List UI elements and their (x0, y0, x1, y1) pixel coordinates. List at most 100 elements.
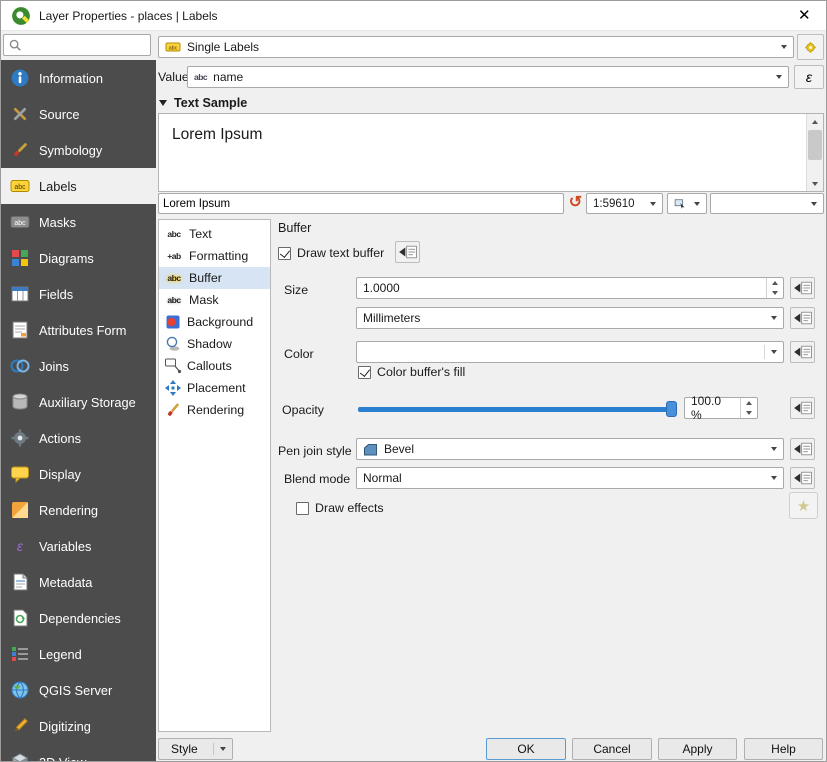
tab-buffer[interactable]: abc Buffer (159, 267, 270, 289)
sidebar-item-legend[interactable]: Legend (1, 636, 156, 672)
size-decrement-icon[interactable] (767, 288, 783, 298)
tab-callouts[interactable]: Callouts (159, 355, 270, 377)
sidebar-search[interactable] (3, 34, 151, 56)
preview-scale-select[interactable]: 1:59610 (586, 193, 663, 214)
labeling-mode-select[interactable]: abc Single Labels (158, 36, 794, 58)
draw-effects-checkbox[interactable] (296, 502, 309, 515)
sidebar-item-display[interactable]: Display (1, 456, 156, 492)
close-icon[interactable]: ✕ (792, 3, 816, 29)
sidebar-item-diagrams[interactable]: Diagrams (1, 240, 156, 276)
rendering-tab-icon (164, 401, 182, 419)
sidebar-item-attributes-form[interactable]: Attributes Form (1, 312, 156, 348)
sidebar-item-source[interactable]: Source (1, 96, 156, 132)
blend-mode-select[interactable]: Normal (356, 467, 784, 489)
help-button[interactable]: Help (744, 738, 823, 760)
color-label: Color (284, 347, 314, 361)
pen-join-override-button[interactable] (790, 438, 815, 460)
color-buffers-fill-checkbox[interactable] (358, 366, 371, 379)
opacity-increment-icon[interactable] (741, 398, 757, 408)
sidebar-item-joins[interactable]: Joins (1, 348, 156, 384)
style-menu-button[interactable]: Style (158, 738, 233, 760)
effects-settings-button[interactable]: ★ (789, 492, 818, 519)
tab-background[interactable]: Background (159, 311, 270, 333)
blend-mode-label: Blend mode (284, 472, 350, 486)
apply-button[interactable]: Apply (658, 738, 737, 760)
expression-builder-button[interactable]: ε (794, 65, 824, 89)
preview-scrollbar[interactable] (806, 114, 823, 191)
sample-text-input[interactable] (158, 193, 564, 214)
sidebar-item-symbology[interactable]: Symbology (1, 132, 156, 168)
size-increment-icon[interactable] (767, 278, 783, 288)
units-override-button[interactable] (790, 307, 815, 329)
tab-formatting[interactable]: +ab Formatting (159, 245, 270, 267)
buffer-color-button[interactable] (356, 341, 784, 363)
sidebar-item-labels[interactable]: abc Labels (1, 168, 156, 204)
sidebar-item-rendering[interactable]: Rendering (1, 492, 156, 528)
opacity-slider-track[interactable] (358, 407, 677, 412)
opacity-value: 100.0 % (691, 394, 735, 422)
blend-override-button[interactable] (790, 467, 815, 489)
size-units-select[interactable]: Millimeters (356, 307, 784, 329)
opacity-slider-handle[interactable] (666, 401, 677, 417)
value-field-select[interactable]: abc name (187, 66, 789, 88)
opacity-override-button[interactable] (790, 397, 815, 419)
qgis-logo-icon (11, 6, 31, 26)
pen-join-style-select[interactable]: Bevel (356, 438, 784, 460)
color-override-button[interactable] (790, 341, 815, 363)
display-icon (10, 464, 30, 484)
sidebar-item-auxiliary-storage[interactable]: Auxiliary Storage (1, 384, 156, 420)
search-input[interactable] (26, 36, 150, 54)
sidebar-item-masks[interactable]: abc Masks (1, 204, 156, 240)
dependencies-icon (10, 608, 30, 628)
search-icon (8, 38, 22, 52)
draw-buffer-override-button[interactable] (395, 241, 420, 263)
scroll-up-icon[interactable] (807, 114, 823, 129)
qgis-server-icon (10, 680, 30, 700)
source-icon (10, 104, 30, 124)
abc-field-icon: abc (194, 72, 207, 82)
scroll-down-icon[interactable] (807, 176, 823, 191)
sidebar-item-digitizing[interactable]: Digitizing (1, 708, 156, 744)
tab-shadow[interactable]: Shadow (159, 333, 270, 355)
buffer-size-spinbox[interactable]: 1.0000 (356, 277, 784, 299)
reset-sample-icon[interactable]: ↺ (566, 191, 585, 213)
sidebar-item-qgis-server[interactable]: QGIS Server (1, 672, 156, 708)
opacity-spinbox[interactable]: 100.0 % (684, 397, 758, 419)
sidebar-item-actions[interactable]: Actions (1, 420, 156, 456)
map-pointer-icon (674, 196, 686, 211)
rendering-icon (10, 500, 30, 520)
buffer-section-title: Buffer (278, 221, 311, 235)
text-sample-section-header[interactable]: Text Sample (159, 96, 247, 110)
sidebar-item-metadata[interactable]: Metadata (1, 564, 156, 600)
shadow-tab-icon (164, 335, 182, 353)
opacity-decrement-icon[interactable] (741, 408, 757, 418)
tab-rendering[interactable]: Rendering (159, 399, 270, 421)
data-defined-override-icon (793, 470, 813, 486)
labeling-engine-settings-button[interactable] (797, 34, 824, 60)
opacity-slider[interactable] (358, 400, 677, 418)
ok-button[interactable]: OK (486, 738, 566, 760)
symbology-icon (10, 140, 30, 160)
actions-icon (10, 428, 30, 448)
tab-placement[interactable]: Placement (159, 377, 270, 399)
scrollbar-thumb[interactable] (808, 130, 822, 160)
cancel-button[interactable]: Cancel (572, 738, 652, 760)
pen-join-style-value: Bevel (384, 442, 414, 456)
sidebar-item-fields[interactable]: Fields (1, 276, 156, 312)
legend-icon (10, 644, 30, 664)
size-override-button[interactable] (790, 277, 815, 299)
preview-background-select[interactable] (710, 193, 824, 214)
tab-text[interactable]: abc Text (159, 223, 270, 245)
sidebar-item-information[interactable]: Information (1, 60, 156, 96)
map-settings-select[interactable] (667, 193, 707, 214)
svg-text:abc: abc (14, 184, 26, 191)
sidebar-item-3d-view[interactable]: 3D View (1, 744, 156, 762)
opacity-label: Opacity (282, 403, 324, 417)
sidebar-item-dependencies[interactable]: Dependencies (1, 600, 156, 636)
masks-icon: abc (10, 212, 30, 232)
tab-mask[interactable]: abc Mask (159, 289, 270, 311)
svg-text:abc: abc (14, 220, 26, 227)
draw-text-buffer-checkbox[interactable] (278, 247, 291, 260)
sidebar-item-variables[interactable]: ε Variables (1, 528, 156, 564)
data-defined-override-icon (793, 400, 813, 416)
